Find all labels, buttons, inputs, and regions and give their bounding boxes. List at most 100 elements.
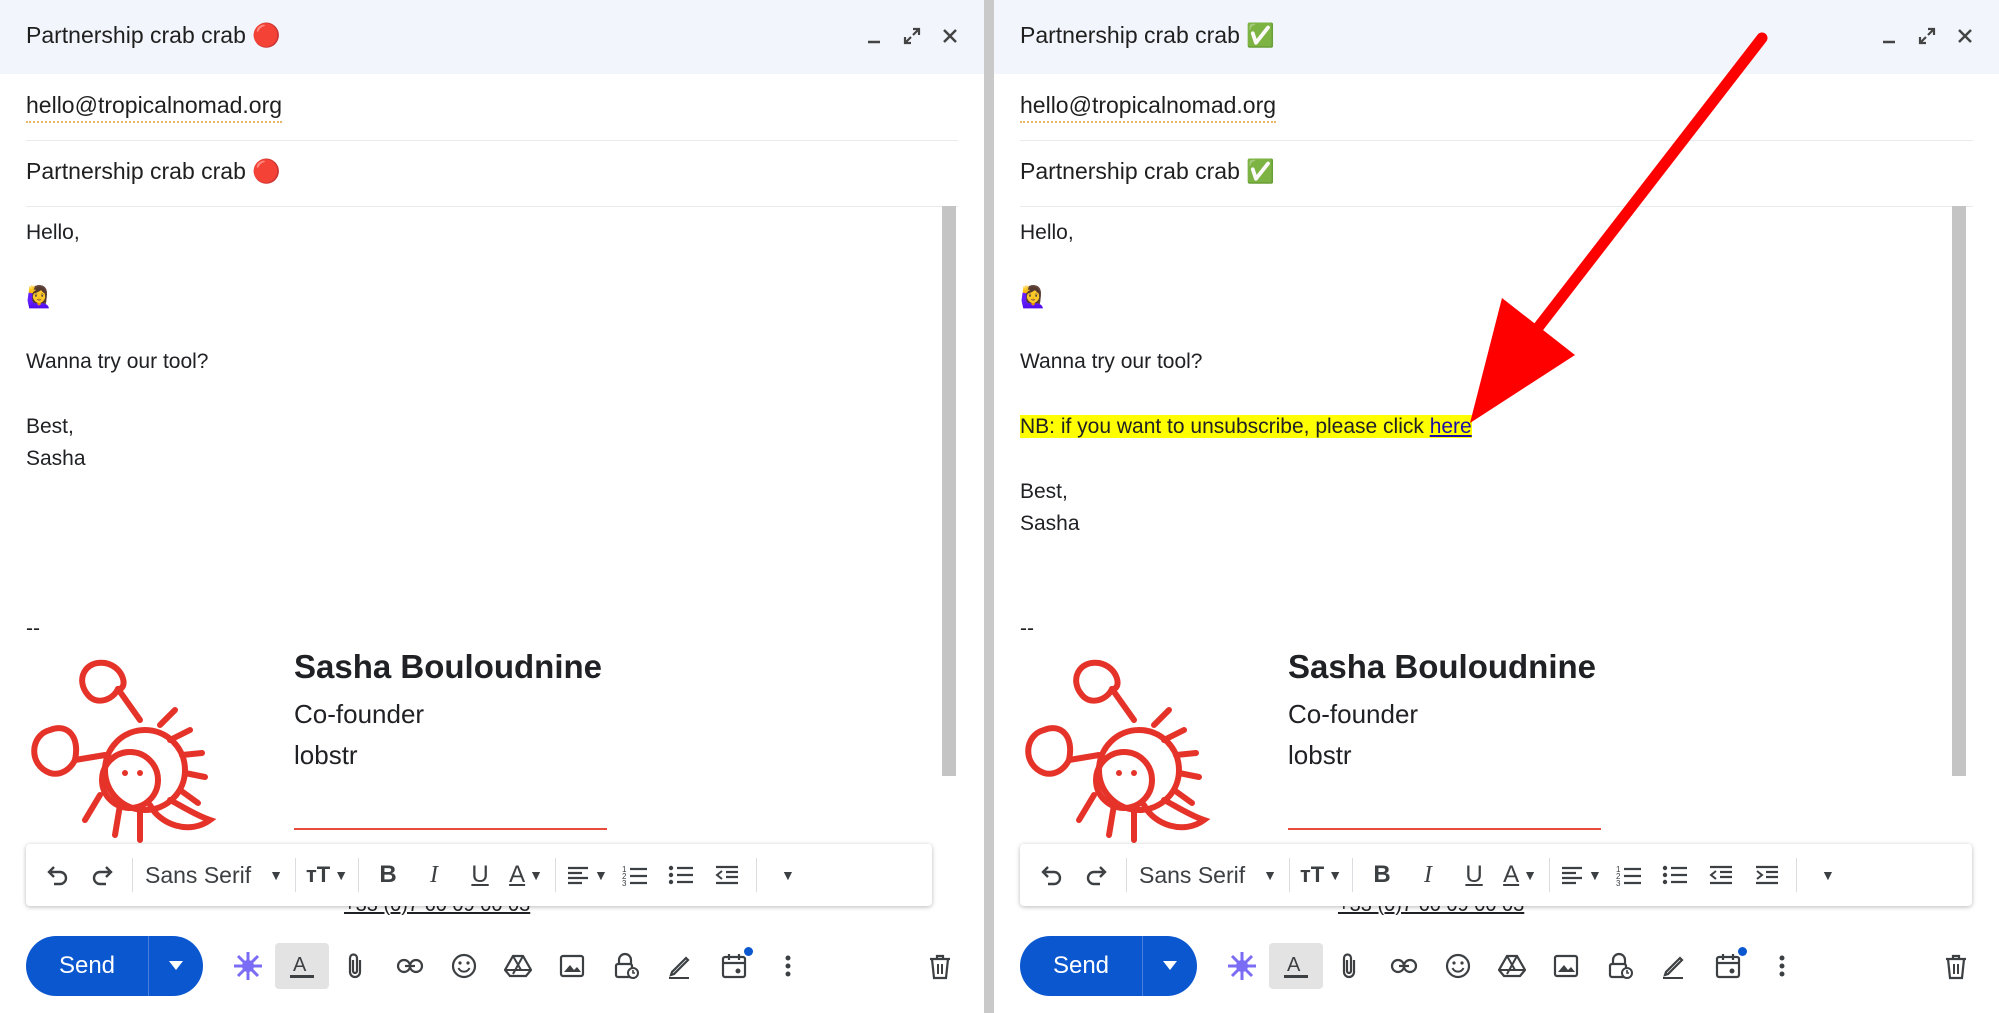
schedule-icon[interactable] <box>1701 943 1755 989</box>
body-question: Wanna try our tool? <box>26 350 209 373</box>
emoji-icon[interactable] <box>1431 943 1485 989</box>
more-formatting-icon[interactable]: ▼ <box>767 855 805 895</box>
subject-field[interactable]: Partnership crab crab 🔴 <box>26 140 958 207</box>
bulleted-list-icon[interactable] <box>1656 855 1694 895</box>
signature-company: lobstr <box>1288 740 1352 770</box>
chevron-down-icon: ▼ <box>269 867 283 883</box>
body-greeting: Hello, <box>26 221 80 244</box>
bold-icon[interactable]: B <box>369 855 407 895</box>
send-options-icon[interactable] <box>1142 936 1197 996</box>
text-color-icon[interactable]: A ▼ <box>1501 855 1539 895</box>
confidential-icon[interactable] <box>1593 943 1647 989</box>
svg-text:3: 3 <box>1616 879 1621 886</box>
indent-less-icon[interactable] <box>708 855 746 895</box>
minimize-icon[interactable] <box>862 24 886 48</box>
formatting-icon[interactable]: A <box>275 943 329 989</box>
underline-icon[interactable]: U <box>1455 855 1493 895</box>
schedule-icon[interactable] <box>707 943 761 989</box>
align-icon[interactable]: ▼ <box>566 855 608 895</box>
signature-name: Sasha Bouloudnine <box>294 648 603 685</box>
photo-icon[interactable] <box>1539 943 1593 989</box>
compose-window-left: Partnership crab crab 🔴 hello@tropicalno… <box>0 0 984 1013</box>
recipients-field[interactable]: hello@tropicalnomad.org <box>26 74 958 141</box>
subject-input[interactable]: Partnership crab crab ✅ <box>1020 158 1275 185</box>
recipient-chip[interactable]: hello@tropicalnomad.org <box>26 92 283 123</box>
toolbar-separator <box>1549 858 1551 892</box>
signature-icon[interactable] <box>653 943 707 989</box>
close-icon[interactable] <box>938 24 962 48</box>
bulleted-list-icon[interactable] <box>662 855 700 895</box>
ai-sparkle-icon[interactable] <box>1215 943 1269 989</box>
recipient-chip[interactable]: hello@tropicalnomad.org <box>1020 92 1277 123</box>
formatting-toolbar: Sans Serif ▼ тT ▼ B I U A ▼ ▼ 123 ▼ <box>26 844 932 906</box>
attach-icon[interactable] <box>1323 943 1377 989</box>
compose-actions: Send A <box>26 935 815 997</box>
toolbar-separator <box>1288 858 1290 892</box>
redo-icon[interactable] <box>1078 855 1116 895</box>
undo-icon[interactable] <box>38 855 76 895</box>
send-button-group: Send <box>1020 936 1197 996</box>
notification-dot <box>744 947 753 956</box>
align-icon[interactable]: ▼ <box>1560 855 1602 895</box>
redo-icon[interactable] <box>84 855 122 895</box>
text-size-icon[interactable]: тT ▼ <box>306 855 348 895</box>
bold-icon[interactable]: B <box>1363 855 1401 895</box>
body-emoji: 🙋‍♀️ <box>1020 286 1047 309</box>
more-formatting-icon[interactable]: ▼ <box>1807 855 1845 895</box>
send-options-icon[interactable] <box>148 936 203 996</box>
numbered-list-icon[interactable]: 123 <box>616 855 654 895</box>
close-icon[interactable] <box>1953 24 1977 48</box>
link-icon[interactable] <box>383 943 437 989</box>
font-family-select[interactable]: Sans Serif ▼ <box>1133 862 1283 889</box>
body-closing: Best, <box>26 415 74 438</box>
underline-icon[interactable]: U <box>461 855 499 895</box>
signature-name: Sasha Bouloudnine <box>1288 648 1597 685</box>
emoji-icon[interactable] <box>437 943 491 989</box>
indent-less-icon[interactable] <box>1702 855 1740 895</box>
signature-company: lobstr <box>294 740 358 770</box>
undo-icon[interactable] <box>1032 855 1070 895</box>
drive-icon[interactable] <box>1485 943 1539 989</box>
more-options-icon[interactable] <box>761 943 815 989</box>
signature-separator: -- <box>1020 617 1034 640</box>
compose-title: Partnership crab crab ✅ <box>1020 22 1275 48</box>
photo-icon[interactable] <box>545 943 599 989</box>
link-icon[interactable] <box>1377 943 1431 989</box>
italic-icon[interactable]: I <box>1409 855 1447 895</box>
compose-title: Partnership crab crab 🔴 <box>26 22 281 48</box>
body-name: Sasha <box>1020 512 1080 535</box>
drive-icon[interactable] <box>491 943 545 989</box>
trash-icon[interactable] <box>918 945 962 989</box>
toolbar-separator <box>1126 858 1127 892</box>
unsubscribe-note: NB: if you want to unsubscribe, please c… <box>1020 411 1472 443</box>
toolbar-separator <box>555 858 557 892</box>
trash-icon[interactable] <box>1934 945 1978 989</box>
italic-icon[interactable]: I <box>415 855 453 895</box>
text-color-icon[interactable]: A ▼ <box>507 855 545 895</box>
numbered-list-icon[interactable]: 123 <box>1610 855 1648 895</box>
ai-sparkle-icon[interactable] <box>221 943 275 989</box>
more-options-icon[interactable] <box>1755 943 1809 989</box>
indent-more-icon[interactable] <box>1748 855 1786 895</box>
compose-titlebar[interactable]: Partnership crab crab 🔴 <box>0 0 984 74</box>
confidential-icon[interactable] <box>599 943 653 989</box>
text-size-icon[interactable]: тT ▼ <box>1300 855 1342 895</box>
toolbar-separator <box>1352 858 1354 892</box>
body-question: Wanna try our tool? <box>1020 350 1203 373</box>
body-closing: Best, <box>1020 480 1068 503</box>
formatting-icon[interactable]: A <box>1269 943 1323 989</box>
expand-icon[interactable] <box>1915 24 1939 48</box>
expand-icon[interactable] <box>900 24 924 48</box>
font-family-select[interactable]: Sans Serif ▼ <box>139 862 289 889</box>
subject-input[interactable]: Partnership crab crab 🔴 <box>26 158 281 185</box>
body-scrollbar[interactable] <box>1952 206 1966 776</box>
signature-icon[interactable] <box>1647 943 1701 989</box>
minimize-icon[interactable] <box>1877 24 1901 48</box>
annotation-arrow <box>1470 32 1768 423</box>
send-button[interactable]: Send <box>26 952 148 980</box>
font-family-label: Sans Serif <box>1139 861 1246 888</box>
attach-icon[interactable] <box>329 943 383 989</box>
compose-tools: A <box>1215 943 1809 989</box>
send-button[interactable]: Send <box>1020 952 1142 980</box>
body-scrollbar[interactable] <box>942 206 956 776</box>
